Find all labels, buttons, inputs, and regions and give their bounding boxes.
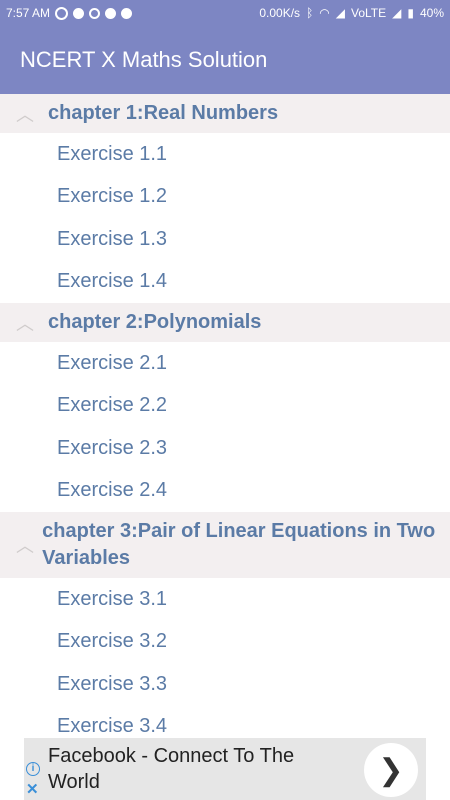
exercise-item[interactable]: Exercise 2.3 xyxy=(0,427,450,470)
battery-icon: ▮ xyxy=(407,6,414,20)
exercise-item[interactable]: Exercise 3.1 xyxy=(0,578,450,621)
circle-notification-icon xyxy=(55,6,69,20)
signal-icon-2: ◢ xyxy=(392,6,402,20)
exercise-item[interactable]: Exercise 3.3 xyxy=(0,663,450,706)
chevron-up-icon: ︿ xyxy=(16,536,34,556)
network-speed: 0.00K/s xyxy=(259,6,301,20)
app-title: NCERT X Maths Solution xyxy=(20,47,268,72)
battery-level: 40% xyxy=(419,6,444,20)
carrier-label: VoLTE xyxy=(350,6,387,20)
whatsapp-icon xyxy=(73,7,85,19)
ad-banner[interactable]: Facebook - Connect To The World ❯ xyxy=(0,738,450,800)
ad-close-icon[interactable]: ✕ xyxy=(26,780,39,798)
chevron-right-icon[interactable]: ❯ xyxy=(364,743,418,797)
chapter-title: chapter 3:Pair of Linear Equations in Tw… xyxy=(42,520,436,569)
exercise-item[interactable]: Exercise 3.2 xyxy=(0,620,450,663)
exercise-item[interactable]: Exercise 1.4 xyxy=(0,260,450,303)
chapter-header[interactable]: ︿ chapter 1:Real Numbers xyxy=(0,94,450,133)
messenger-icon xyxy=(121,7,133,19)
chevron-up-icon: ︿ xyxy=(16,104,34,125)
ad-content[interactable]: Facebook - Connect To The World ❯ xyxy=(24,738,426,800)
chapter-header[interactable]: ︿ chapter 2:Polynomials xyxy=(0,303,450,342)
bluetooth-notification-icon xyxy=(105,7,117,19)
exercise-item[interactable]: Exercise 2.4 xyxy=(0,469,450,512)
chevron-up-icon: ︿ xyxy=(16,313,34,334)
exercise-item[interactable]: Exercise 1.2 xyxy=(0,175,450,218)
chapter-list[interactable]: ︿ chapter 1:Real Numbers Exercise 1.1 Ex… xyxy=(0,94,450,738)
chapter-header[interactable]: ︿ chapter 3:Pair of Linear Equations in … xyxy=(0,512,450,578)
exercise-item[interactable]: Exercise 2.1 xyxy=(0,342,450,385)
exercise-item[interactable]: Exercise 1.3 xyxy=(0,218,450,261)
exercise-item[interactable]: Exercise 3.4 xyxy=(0,705,450,738)
status-time: 7:57 AM xyxy=(6,6,51,20)
ad-info-icon[interactable]: i xyxy=(26,762,40,776)
wifi-icon: ◠ xyxy=(319,6,330,20)
signal-icon: ◢ xyxy=(335,6,345,20)
status-bar: 7:57 AM 0.00K/s ᛒ ◠ ◢ VoLTE ◢ ▮ 40% xyxy=(0,0,450,26)
bluetooth-icon: ᛒ xyxy=(306,6,314,20)
exercise-item[interactable]: Exercise 2.2 xyxy=(0,384,450,427)
exercise-item[interactable]: Exercise 1.1 xyxy=(0,133,450,176)
chrome-icon xyxy=(89,7,101,19)
chapter-title: chapter 2:Polynomials xyxy=(48,311,262,333)
ad-text[interactable]: Facebook - Connect To The World xyxy=(48,743,338,795)
chapter-title: chapter 1:Real Numbers xyxy=(48,102,279,124)
app-bar: NCERT X Maths Solution xyxy=(0,26,450,94)
